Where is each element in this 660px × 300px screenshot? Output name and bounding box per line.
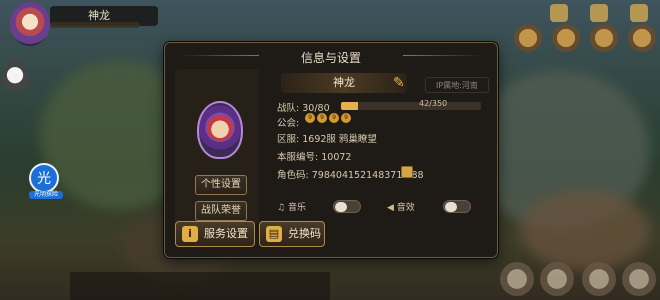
- service-settings-label: 服务设置: [204, 227, 248, 240]
- edit-pencil-icon[interactable]: ✎: [393, 75, 409, 91]
- guang-badge-label: 光: [37, 171, 51, 187]
- info-pane: 神龙 ✎ IP属地:河南 战队: 30/80 42/350 公会: 9 9 9 …: [269, 69, 495, 225]
- guild-label: 公会:: [277, 118, 300, 129]
- shop-icon[interactable]: [552, 24, 580, 52]
- guild-badge: 9: [341, 113, 351, 123]
- personalize-button[interactable]: 个性设置: [195, 175, 247, 195]
- hud-level-bar: [50, 22, 140, 28]
- team-label: 战队:: [277, 103, 300, 114]
- guild-row: 公会:: [277, 115, 299, 129]
- guild-badge: 9: [305, 113, 315, 123]
- team-honor-button[interactable]: 战队荣誉: [195, 201, 247, 221]
- role-code-label: 角色码:: [277, 170, 309, 181]
- bottom-skill-icon[interactable]: [582, 262, 616, 296]
- guild-badges: 9 9 9 9: [305, 113, 351, 125]
- bottom-hero-icon[interactable]: [500, 262, 534, 296]
- server-number-label: 本服编号:: [277, 152, 319, 163]
- music-toggle-row: ♫ 音乐: [277, 200, 361, 216]
- player-avatar[interactable]: [10, 2, 50, 46]
- guild-badge: 9: [317, 113, 327, 123]
- bottom-guild-icon[interactable]: [622, 262, 656, 296]
- copy-icon[interactable]: [401, 166, 413, 178]
- redeem-code-button[interactable]: ▤ 兑换码: [259, 221, 325, 247]
- server-value: 1692服 鸦巢瞭望: [302, 134, 377, 145]
- book-icon: ▤: [266, 226, 282, 242]
- guild-badge: 9: [329, 113, 339, 123]
- music-label: 音乐: [287, 203, 306, 213]
- dialog-title: 信息与设置: [300, 51, 361, 65]
- server-number-value: 10072: [321, 152, 352, 163]
- chat-bar[interactable]: [70, 272, 330, 300]
- info-settings-dialog: 信息与设置 个性设置 战队荣誉 神龙 ✎ IP属地:河南 战队: 30/80 4…: [164, 42, 498, 258]
- exp-bar-fill: [341, 102, 358, 110]
- menu-icon[interactable]: [630, 4, 648, 22]
- team-row: 战队: 30/80: [277, 100, 330, 114]
- redeem-code-label: 兑换码: [288, 227, 321, 240]
- sfx-label: 音效: [396, 203, 415, 213]
- server-row: 区服: 1692服 鸦巢瞭望: [277, 131, 377, 145]
- sfx-toggle-row: ◀ 音效: [387, 200, 471, 216]
- exp-bar: [341, 102, 481, 110]
- music-note-icon: ♫: [277, 203, 286, 213]
- pet-icon[interactable]: [2, 60, 28, 98]
- sfx-toggle-knob: [445, 202, 457, 212]
- title-divider-right: [403, 55, 483, 56]
- gift-icon[interactable]: [550, 4, 568, 22]
- ip-location: IP属地:河南: [425, 77, 489, 93]
- music-toggle-knob: [335, 202, 347, 212]
- top-icon-bar: [360, 0, 660, 28]
- team-emblem[interactable]: [197, 101, 243, 159]
- quest-icon[interactable]: [590, 24, 618, 52]
- bottom-bag-icon[interactable]: [540, 262, 574, 296]
- service-settings-button[interactable]: i 服务设置: [175, 221, 255, 247]
- ranking-icon[interactable]: [628, 24, 656, 52]
- player-name-field: 神龙: [281, 73, 407, 93]
- info-icon: i: [182, 226, 198, 242]
- exp-text: 42/350: [419, 99, 448, 108]
- guang-badge[interactable]: 光 光明探险: [29, 163, 63, 199]
- guang-badge-caption: 光明探险: [29, 191, 63, 199]
- server-number-row: 本服编号: 10072: [277, 149, 351, 163]
- sfx-toggle[interactable]: [443, 200, 471, 213]
- music-toggle[interactable]: [333, 200, 361, 213]
- speaker-icon: ◀: [387, 203, 394, 213]
- event-icon[interactable]: [514, 24, 542, 52]
- profile-pane: 个性设置 战队荣誉: [175, 69, 259, 225]
- mail-icon[interactable]: [590, 4, 608, 22]
- emblem-portrait: [207, 115, 233, 141]
- server-label: 区服:: [277, 134, 300, 145]
